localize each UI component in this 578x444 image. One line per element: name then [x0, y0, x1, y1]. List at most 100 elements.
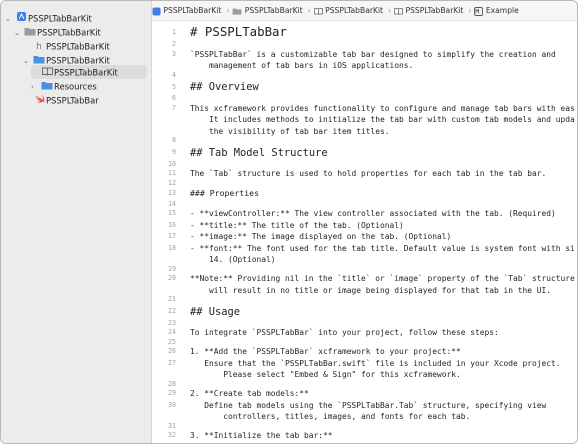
project-blue-icon	[152, 7, 161, 15]
line-number: 3	[172, 49, 176, 58]
chevron-down-icon[interactable]: ⌄	[5, 12, 14, 26]
folder-icon	[232, 8, 242, 15]
line-number: 12	[168, 178, 176, 187]
code-line: - **viewController:** The view controlle…	[190, 209, 556, 218]
chevron-down-icon[interactable]: ⌄	[14, 26, 23, 40]
line-number: 24	[168, 328, 176, 337]
code-line: ### Properties	[190, 188, 260, 198]
tree-item-label: PSSPLTabBarKit	[54, 67, 118, 78]
line-number: 19	[168, 264, 176, 273]
line-number: 14	[168, 199, 176, 208]
breadcrumb-label: PSSPLTabBarKit	[163, 6, 222, 15]
code-line: This xcframework provides functionality …	[190, 103, 575, 113]
chevron-right-icon: ›	[388, 6, 392, 15]
line-number: 20	[168, 274, 176, 283]
code-line: Ensure that the `PSSPLTabBar.swift` file…	[190, 358, 561, 368]
breadcrumb-1[interactable]: PSSPLTabBarKit	[152, 1, 221, 20]
breadcrumb-label: PSSPLTabBarKit	[325, 6, 384, 15]
markdown-editor[interactable]: 1 # PSSPLTabBar 2 3 `PSSPLTabBar` is a custo…	[152, 21, 577, 443]
code-line: - **font:** The font used for the tab ti…	[190, 243, 575, 253]
code-line: Define tab models using the `PSSPLTabBar…	[190, 400, 547, 410]
markdown-file-icon	[474, 6, 484, 16]
line-number: 11	[168, 169, 176, 178]
breadcrumb-label: PSSPLTabBarKit	[244, 6, 303, 15]
tree-item-swift-file[interactable]: PSSPLTabBar	[23, 93, 147, 107]
tree-item-label: PSSPLTabBarKit	[28, 13, 92, 24]
folder-icon	[23, 26, 37, 40]
line-number: 6	[172, 94, 176, 103]
line-number: 21	[168, 295, 176, 304]
tree-item-header-file[interactable]: h PSSPLTabBarKit	[23, 39, 147, 53]
tree-item-folder[interactable]: ⌄ PSSPLTabBarKit	[14, 25, 147, 39]
code-line: 14. (Optional)	[190, 255, 276, 264]
project-blue-icon	[14, 11, 28, 26]
line-number: 15	[168, 209, 176, 218]
chevron-right-icon: ›	[226, 6, 230, 15]
line-number: 2	[172, 40, 176, 49]
jump-bar: PSSPLTabBarKit › PSSPLTabBarKit › PSSPLTab…	[152, 1, 577, 21]
code-line: Please select "Embed & Sign" for this xc…	[190, 370, 461, 379]
code-line: **Note:** Providing nil in the `title` o…	[190, 274, 575, 283]
line-number: 25	[168, 337, 176, 346]
line-number: 29	[168, 389, 176, 398]
project-navigator[interactable]: ⌄ PSSPLTabBarKit ⌄ PSSPLTabBarKit h PSSPLTa…	[1, 1, 152, 443]
code-line: controllers, titles, images, and fonts f…	[190, 412, 471, 421]
breadcrumb-4[interactable]: PSSPLTabBarKit	[394, 1, 463, 20]
tree-item-documentation[interactable]: PSSPLTabBarKit	[31, 65, 147, 79]
book-icon	[40, 66, 54, 80]
code-line: 2. **Create tab models:**	[190, 389, 309, 398]
tree-item-resources[interactable]: › Resources	[31, 79, 147, 93]
code-line: # PSSPLTabBar	[190, 24, 287, 39]
code-line: 3. **Initialize the tab bar:**	[190, 431, 333, 440]
chevron-right-icon[interactable]: ›	[31, 80, 40, 94]
tree-item-label: Resources	[54, 81, 97, 92]
line-number: 23	[168, 318, 176, 327]
code-line: It includes methods to initialize the ta…	[190, 115, 575, 124]
code-line: 1. **Add the `PSSPLTabBar` xcframework t…	[190, 347, 461, 356]
breadcrumb-label: Example	[485, 6, 519, 15]
header-file-icon: h	[36, 41, 42, 52]
line-number: 7	[172, 103, 176, 112]
breadcrumb-3[interactable]: PSSPLTabBarKit	[313, 1, 384, 20]
code-line: ## Tab Model Structure	[190, 146, 328, 159]
breadcrumb-label: PSSPLTabBarKit	[405, 6, 464, 15]
code-line: - **title:** The title of the tab. (Opti…	[190, 220, 404, 230]
tree-item-label: PSSPLTabBarKit	[46, 55, 110, 66]
code-line: - **image:** The image displayed on the …	[190, 232, 452, 241]
book-icon	[394, 7, 404, 15]
line-number: 13	[168, 189, 176, 198]
chevron-right-icon: ›	[307, 6, 311, 15]
line-number: 10	[168, 159, 176, 168]
xcode-window: ⌄ PSSPLTabBarKit ⌄ PSSPLTabBarKit h PSSPLTa…	[0, 0, 578, 444]
code-line: the visibility of tab bar item titles.	[190, 126, 390, 136]
code-line: ## Overview	[190, 81, 259, 93]
line-number: 8	[172, 136, 176, 145]
tree-item-label: PSSPLTabBarKit	[37, 27, 101, 38]
line-number: 18	[168, 243, 176, 252]
breadcrumb-2[interactable]: PSSPLTabBarKit	[232, 1, 303, 20]
chevron-right-icon: ›	[468, 6, 472, 15]
code-line: management of tab bars in iOS applicatio…	[190, 61, 414, 70]
code-line: `PSSPLTabBar` is a customizable tab bar …	[190, 49, 556, 59]
line-number: 4	[172, 70, 176, 79]
line-number: 28	[168, 379, 176, 388]
line-number: 31	[168, 421, 176, 430]
code-line: To integrate `PSSPLTabBar` into your pro…	[190, 328, 499, 337]
breadcrumb-5[interactable]: Example	[474, 1, 519, 20]
swift-icon	[32, 94, 46, 108]
line-number: 30	[168, 400, 176, 409]
line-number: 1	[172, 27, 176, 36]
line-number: 5	[172, 82, 176, 91]
tree-item-project[interactable]: ⌄ PSSPLTabBarKit	[5, 11, 147, 25]
tree-item-label: PSSPLTabBarKit	[46, 41, 110, 52]
line-number: 32	[168, 431, 176, 440]
